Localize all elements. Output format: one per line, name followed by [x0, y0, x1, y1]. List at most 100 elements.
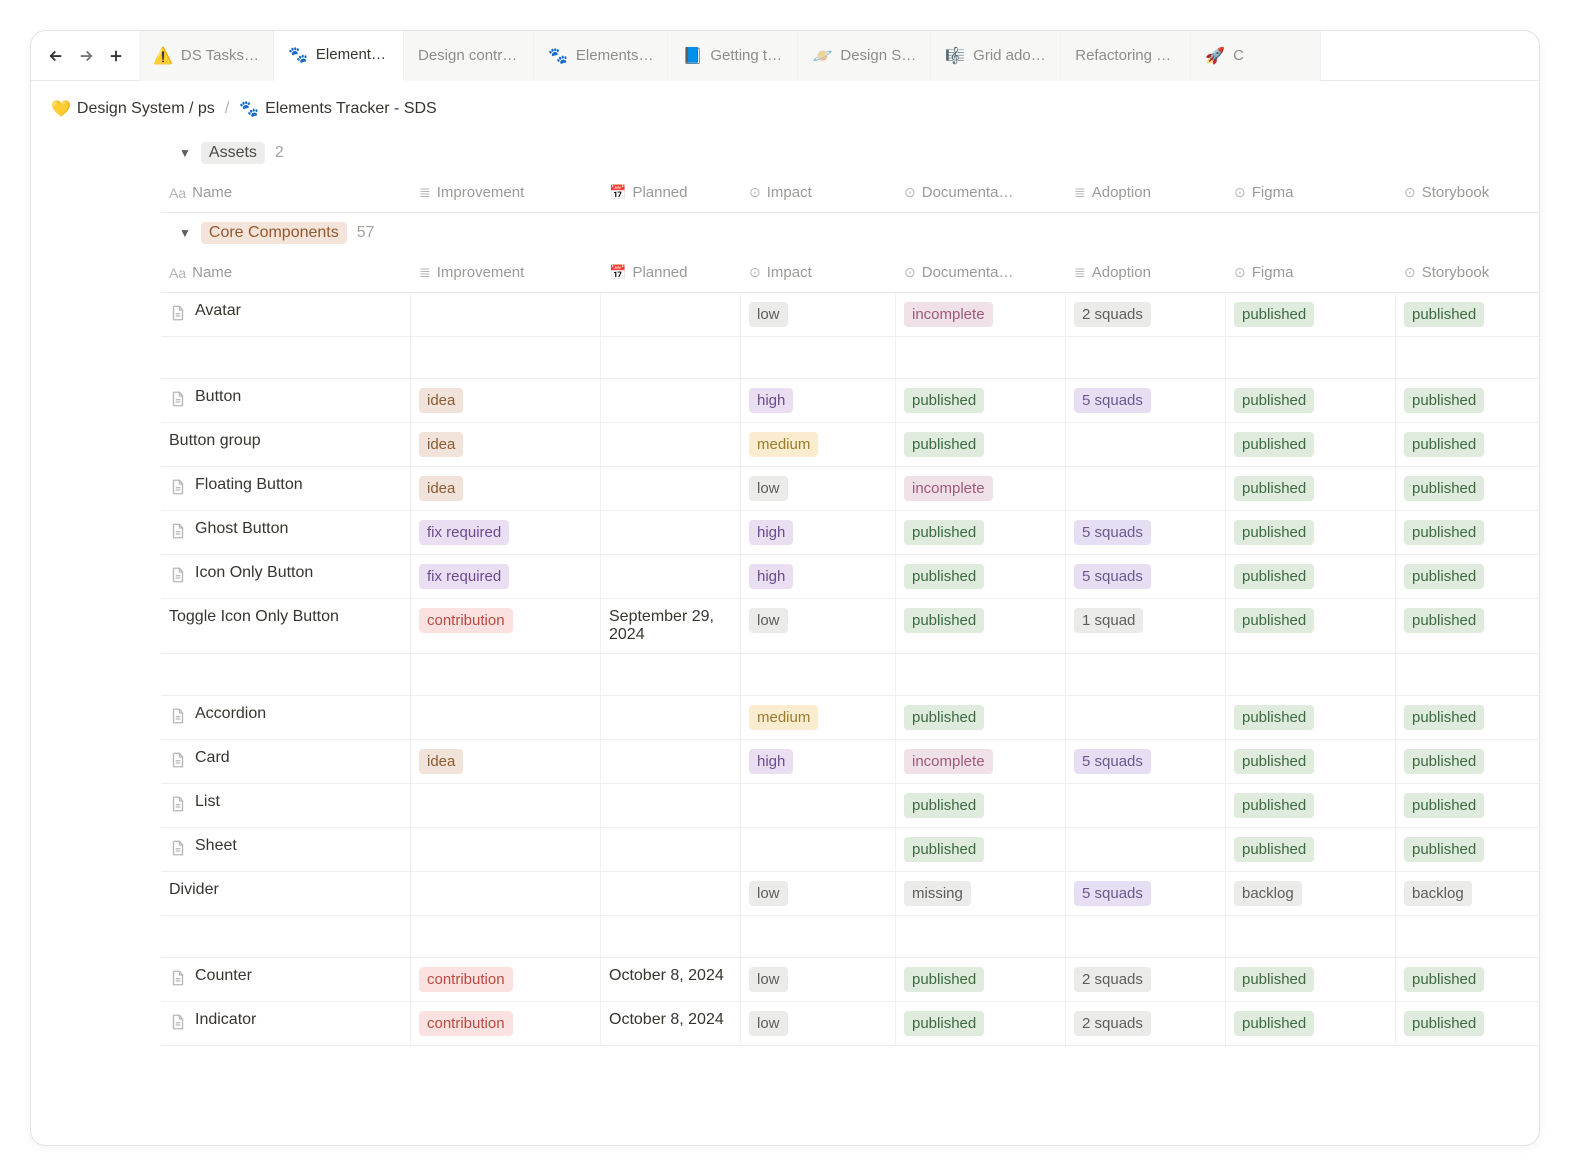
cell-name[interactable]: Avatar — [161, 293, 411, 336]
table-row[interactable]: Ghost Buttonfix requiredhighpublished5 s… — [161, 511, 1539, 555]
cell-adoption[interactable] — [1066, 828, 1226, 871]
column-name[interactable]: AaName — [161, 173, 411, 212]
cell-planned[interactable]: October 8, 2024 — [601, 958, 741, 1001]
cell-planned[interactable] — [601, 740, 741, 783]
cell-improvement[interactable] — [411, 696, 601, 739]
cell-planned[interactable] — [601, 872, 741, 915]
cell-storybook[interactable]: published — [1396, 423, 1539, 466]
cell-figma[interactable]: published — [1226, 511, 1396, 554]
cell-improvement[interactable]: idea — [411, 467, 601, 510]
cell-name[interactable]: Divider — [161, 872, 411, 915]
cell-storybook[interactable]: published — [1396, 599, 1539, 653]
cell-name[interactable]: Toggle Icon Only Button — [161, 599, 411, 653]
cell-figma[interactable]: published — [1226, 740, 1396, 783]
cell-storybook[interactable]: published — [1396, 1002, 1539, 1045]
cell-name[interactable]: Button group — [161, 423, 411, 466]
cell-planned[interactable] — [601, 423, 741, 466]
cell-storybook[interactable]: published — [1396, 740, 1539, 783]
table-row[interactable]: Dividerlowmissing5 squadsbacklogbacklog — [161, 872, 1539, 916]
cell-adoption[interactable]: 1 squad — [1066, 599, 1226, 653]
cell-figma[interactable]: published — [1226, 696, 1396, 739]
cell-documentation[interactable]: published — [896, 599, 1066, 653]
cell-adoption[interactable] — [1066, 423, 1226, 466]
cell-improvement[interactable]: contribution — [411, 958, 601, 1001]
cell-figma[interactable]: published — [1226, 828, 1396, 871]
cell-impact[interactable]: high — [741, 379, 896, 422]
cell-planned[interactable] — [601, 293, 741, 336]
cell-planned[interactable] — [601, 555, 741, 598]
column-figma[interactable]: ⊙Figma — [1226, 173, 1396, 212]
column-documenta[interactable]: ⊙Documenta… — [896, 253, 1066, 292]
cell-planned[interactable] — [601, 828, 741, 871]
cell-storybook[interactable]: published — [1396, 467, 1539, 510]
column-planned[interactable]: 📅Planned — [601, 253, 741, 292]
tab-2[interactable]: Design contr… — [404, 31, 534, 81]
cell-documentation[interactable]: published — [896, 555, 1066, 598]
column-name[interactable]: AaName — [161, 253, 411, 292]
cell-name[interactable]: Card — [161, 740, 411, 783]
cell-impact[interactable]: low — [741, 958, 896, 1001]
column-adoption[interactable]: ≣Adoption — [1066, 173, 1226, 212]
new-tab-button[interactable] — [101, 41, 131, 71]
cell-name[interactable]: Icon Only Button — [161, 555, 411, 598]
cell-planned[interactable]: September 29, 2024 — [601, 599, 741, 653]
table-row[interactable]: Button groupideamediumpublishedpublished… — [161, 423, 1539, 467]
cell-impact[interactable] — [741, 784, 896, 827]
cell-impact[interactable] — [741, 828, 896, 871]
cell-figma[interactable]: published — [1226, 599, 1396, 653]
cell-improvement[interactable]: fix required — [411, 511, 601, 554]
cell-impact[interactable]: low — [741, 293, 896, 336]
forward-button[interactable] — [71, 41, 101, 71]
column-impact[interactable]: ⊙Impact — [741, 173, 896, 212]
cell-storybook[interactable]: published — [1396, 511, 1539, 554]
table-row[interactable]: IndicatorcontributionOctober 8, 2024lowp… — [161, 1002, 1539, 1046]
disclosure-icon[interactable]: ▼ — [179, 146, 191, 160]
column-storybook[interactable]: ⊙Storybook — [1396, 253, 1539, 292]
table-row[interactable]: Floating Buttonidealowincompletepublishe… — [161, 467, 1539, 511]
cell-adoption[interactable] — [1066, 784, 1226, 827]
table-row[interactable]: Icon Only Buttonfix requiredhighpublishe… — [161, 555, 1539, 599]
cell-name[interactable]: Accordion — [161, 696, 411, 739]
cell-planned[interactable]: October 8, 2024 — [601, 1002, 741, 1045]
tab-1[interactable]: 🐾Element… — [274, 31, 404, 81]
disclosure-icon[interactable]: ▼ — [179, 226, 191, 240]
cell-planned[interactable] — [601, 511, 741, 554]
cell-documentation[interactable]: published — [896, 511, 1066, 554]
cell-improvement[interactable]: idea — [411, 379, 601, 422]
cell-storybook[interactable]: published — [1396, 828, 1539, 871]
cell-adoption[interactable] — [1066, 696, 1226, 739]
cell-adoption[interactable]: 5 squads — [1066, 555, 1226, 598]
cell-documentation[interactable]: published — [896, 958, 1066, 1001]
cell-adoption[interactable]: 2 squads — [1066, 1002, 1226, 1045]
column-improvement[interactable]: ≣Improvement — [411, 173, 601, 212]
cell-name[interactable]: Indicator — [161, 1002, 411, 1045]
cell-improvement[interactable] — [411, 784, 601, 827]
cell-planned[interactable] — [601, 467, 741, 510]
cell-impact[interactable]: low — [741, 872, 896, 915]
cell-improvement[interactable] — [411, 293, 601, 336]
cell-impact[interactable]: low — [741, 1002, 896, 1045]
back-button[interactable] — [41, 41, 71, 71]
cell-improvement[interactable] — [411, 872, 601, 915]
cell-documentation[interactable]: published — [896, 828, 1066, 871]
cell-adoption[interactable]: 5 squads — [1066, 740, 1226, 783]
column-planned[interactable]: 📅Planned — [601, 173, 741, 212]
table-row[interactable]: Cardideahighincomplete5 squadspublishedp… — [161, 740, 1539, 784]
cell-documentation[interactable]: published — [896, 696, 1066, 739]
cell-documentation[interactable]: incomplete — [896, 740, 1066, 783]
table-row[interactable]: Accordionmediumpublishedpublishedpublish… — [161, 696, 1539, 740]
cell-storybook[interactable]: published — [1396, 696, 1539, 739]
cell-improvement[interactable]: fix required — [411, 555, 601, 598]
cell-name[interactable]: List — [161, 784, 411, 827]
cell-improvement[interactable]: contribution — [411, 599, 601, 653]
cell-adoption[interactable]: 2 squads — [1066, 958, 1226, 1001]
table-row[interactable]: Avatarlowincomplete2 squadspublishedpubl… — [161, 293, 1539, 337]
cell-adoption[interactable]: 5 squads — [1066, 872, 1226, 915]
cell-figma[interactable]: published — [1226, 958, 1396, 1001]
cell-documentation[interactable]: missing — [896, 872, 1066, 915]
column-storybook[interactable]: ⊙Storybook — [1396, 173, 1539, 212]
breadcrumb-page[interactable]: 🐾 Elements Tracker - SDS — [239, 99, 437, 119]
cell-documentation[interactable]: incomplete — [896, 293, 1066, 336]
cell-figma[interactable]: published — [1226, 293, 1396, 336]
group-header-assets[interactable]: ▼Assets2 — [161, 133, 1539, 173]
